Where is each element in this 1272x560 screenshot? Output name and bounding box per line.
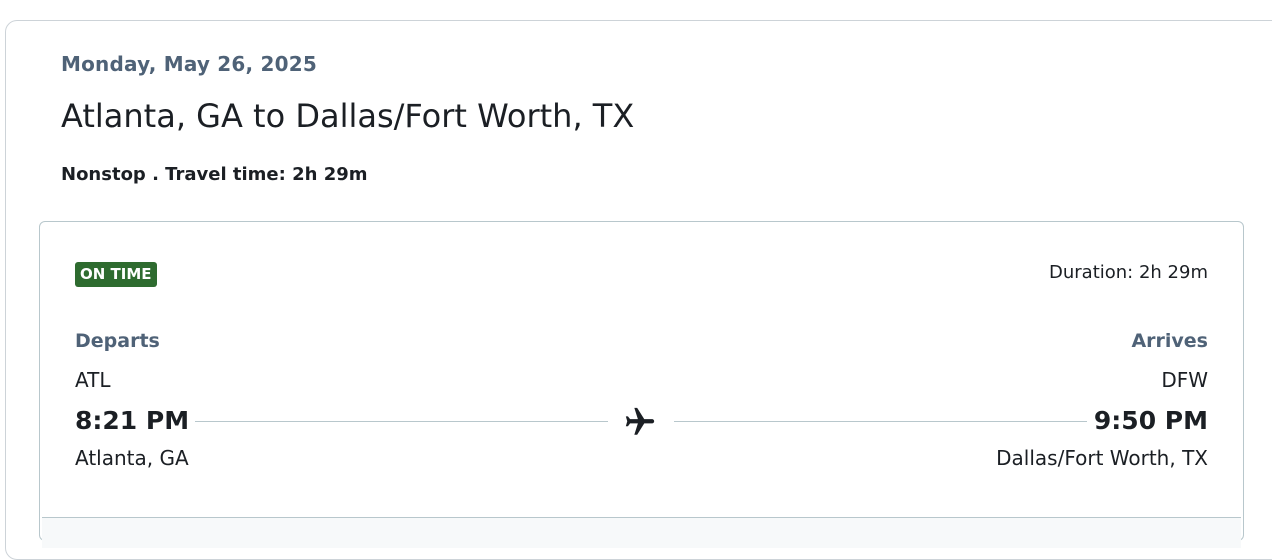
- departure-airport-code: ATL: [75, 368, 111, 392]
- arrival-city: Dallas/Fort Worth, TX: [996, 446, 1208, 470]
- arrives-label: Arrives: [1131, 330, 1208, 352]
- departs-label: Departs: [75, 330, 160, 352]
- flight-date: Monday, May 26, 2025: [61, 52, 317, 76]
- departure-time: 8:21 PM: [75, 406, 190, 435]
- flight-card: Monday, May 26, 2025 Atlanta, GA to Dall…: [5, 20, 1272, 560]
- departure-info: Departs ATL 8:21 PM Atlanta, GA: [75, 330, 189, 470]
- segment-details-strip: [42, 517, 1241, 548]
- arrival-airport-code: DFW: [1161, 368, 1208, 392]
- arrival-time: 9:50 PM: [1093, 406, 1208, 435]
- arrival-info: Arrives DFW 9:50 PM Dallas/Fort Worth, T…: [996, 330, 1208, 470]
- airplane-icon: [623, 405, 657, 439]
- trip-summary: Nonstop . Travel time: 2h 29m: [61, 164, 368, 185]
- route-title: Atlanta, GA to Dallas/Fort Worth, TX: [61, 97, 635, 135]
- flight-segment: ON TIME Duration: 2h 29m Departs ATL 8:2…: [39, 221, 1244, 548]
- departure-city: Atlanta, GA: [75, 446, 189, 470]
- route-line-left: [195, 421, 608, 422]
- segment-duration: Duration: 2h 29m: [1049, 262, 1208, 283]
- status-badge: ON TIME: [75, 262, 157, 287]
